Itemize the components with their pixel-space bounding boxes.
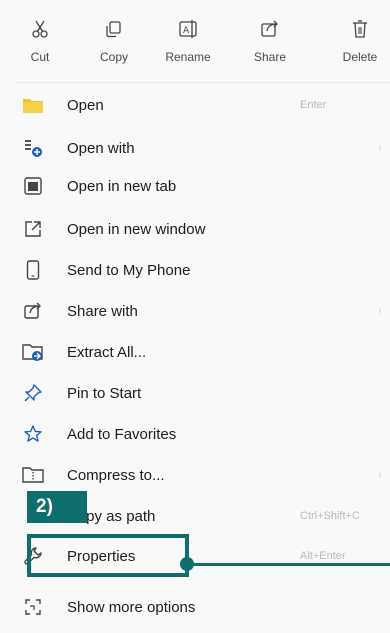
cut-button[interactable]: Cut [10, 18, 70, 74]
menu-item-pin-to-start[interactable]: Pin to Start [0, 373, 390, 413]
menu-item-label: Share with [67, 302, 138, 320]
menu-item-label: Compress to... [67, 466, 165, 484]
menu-item-extract-all[interactable]: Extract All... [0, 332, 390, 372]
step-badge: 2) [27, 491, 87, 523]
menu-item-label: Pin to Start [67, 384, 142, 402]
menu-item-label: Extract All... [67, 343, 147, 361]
menu-item-label: Show more options [67, 598, 196, 616]
menu-item-send-to-phone[interactable]: Send to My Phone [0, 250, 390, 290]
chevron-right-icon: › [378, 142, 382, 154]
shortcut-text: Ctrl+Shift+C [300, 510, 360, 522]
delete-button[interactable]: Delete [330, 18, 390, 74]
menu-item-label: Open in new tab [67, 177, 177, 195]
menu-item-label: Add to Favorites [67, 425, 177, 443]
open-with-icon [22, 137, 44, 159]
chevron-right-icon: › [378, 305, 382, 317]
menu-item-open-with[interactable]: Open with › [0, 128, 390, 168]
callout-dot [180, 557, 194, 571]
copy-label: Copy [99, 50, 128, 64]
phone-icon [22, 259, 44, 281]
menu-item-open-new-tab[interactable]: Open in new tab [0, 166, 390, 206]
properties-highlight-box [27, 534, 189, 577]
pin-icon [22, 382, 44, 404]
context-toolbar: Cut Copy A Rename Share Delete [10, 18, 390, 78]
menu-item-label: Open in new window [67, 220, 206, 238]
share-with-icon [22, 300, 44, 322]
menu-item-show-more-options[interactable]: Show more options [0, 587, 390, 627]
svg-text:A: A [183, 26, 190, 36]
menu-item-open[interactable]: Open Enter [0, 85, 390, 125]
rename-icon: A [179, 20, 197, 38]
new-window-icon [22, 218, 44, 240]
star-icon [22, 423, 44, 445]
delete-label: Delete [342, 50, 378, 64]
menu-item-label: Open with [67, 139, 135, 157]
chevron-right-icon: › [378, 469, 382, 481]
toolbar-divider [16, 82, 390, 83]
menu-item-label: Open [67, 96, 104, 114]
shortcut-text: Enter [300, 99, 327, 111]
rename-button[interactable]: A Rename [158, 18, 218, 74]
extract-icon [22, 341, 44, 363]
menu-item-share-with[interactable]: Share with › [0, 291, 390, 331]
share-label: Share [253, 50, 287, 64]
menu-item-compress-to[interactable]: Compress to... › [0, 455, 390, 495]
share-icon [261, 20, 278, 37]
share-button[interactable]: Share [240, 18, 300, 74]
shortcut-text: Alt+Enter [300, 550, 346, 562]
copy-button[interactable]: Copy [84, 18, 144, 74]
trash-icon [353, 20, 367, 38]
copy-icon [106, 21, 121, 38]
callout-line [186, 563, 390, 566]
new-tab-icon [22, 175, 44, 197]
scissors-icon [32, 20, 48, 38]
menu-item-open-new-window[interactable]: Open in new window [0, 209, 390, 249]
rename-label: Rename [165, 50, 211, 64]
expand-icon [22, 596, 44, 618]
cut-label: Cut [30, 50, 50, 64]
context-menu: Cut Copy A Rename Share Delete Open Ente… [0, 0, 390, 633]
menu-item-label: Send to My Phone [67, 261, 191, 279]
menu-item-add-to-favorites[interactable]: Add to Favorites [0, 414, 390, 454]
zip-folder-icon [22, 464, 44, 486]
folder-icon [22, 94, 44, 116]
